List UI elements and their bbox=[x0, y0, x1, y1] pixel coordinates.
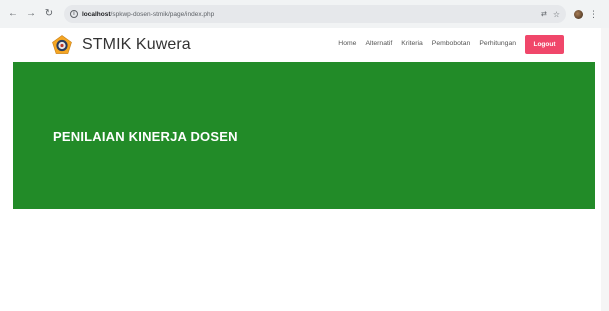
kebab-menu-icon[interactable]: ⋮ bbox=[589, 9, 598, 19]
brand[interactable]: STMIK Kuwera bbox=[52, 35, 191, 55]
address-bar[interactable]: i localhost /spkwp-dosen-stmik/page/inde… bbox=[64, 5, 566, 23]
url-host: localhost bbox=[82, 10, 111, 18]
hero-banner: PENILAIAN KINERJA DOSEN bbox=[13, 62, 595, 209]
logout-button[interactable]: Logout bbox=[525, 35, 564, 54]
nav-link-home[interactable]: Home bbox=[338, 40, 356, 47]
brand-name: STMIK Kuwera bbox=[82, 36, 191, 53]
info-icon[interactable]: i bbox=[70, 10, 78, 18]
page-title: PENILAIAN KINERJA DOSEN bbox=[53, 129, 238, 144]
reload-icon[interactable]: ↻ bbox=[42, 7, 56, 21]
nav-link-perhitungan[interactable]: Perhitungan bbox=[479, 40, 516, 47]
nav-link-kriteria[interactable]: Kriteria bbox=[401, 40, 423, 47]
nav-links: Home Alternatif Kriteria Pembobotan Perh… bbox=[329, 40, 516, 47]
star-icon[interactable]: ☆ bbox=[553, 10, 560, 19]
nav-link-alternatif[interactable]: Alternatif bbox=[365, 40, 392, 47]
url-path: /spkwp-dosen-stmik/page/index.php bbox=[110, 10, 215, 18]
nav-link-pembobotan[interactable]: Pembobotan bbox=[432, 40, 471, 47]
back-arrow-icon[interactable]: ← bbox=[6, 7, 20, 21]
translate-icon[interactable]: ⇄ bbox=[541, 10, 547, 18]
forward-arrow-icon[interactable]: → bbox=[24, 7, 38, 21]
profile-avatar[interactable] bbox=[574, 9, 583, 19]
stmik-logo-icon bbox=[52, 35, 72, 54]
page-scrollbar[interactable] bbox=[601, 28, 609, 311]
site-navbar: STMIK Kuwera Home Alternatif Kriteria Pe… bbox=[13, 28, 595, 62]
browser-toolbar: ← → ↻ i localhost /spkwp-dosen-stmik/pag… bbox=[0, 0, 609, 28]
